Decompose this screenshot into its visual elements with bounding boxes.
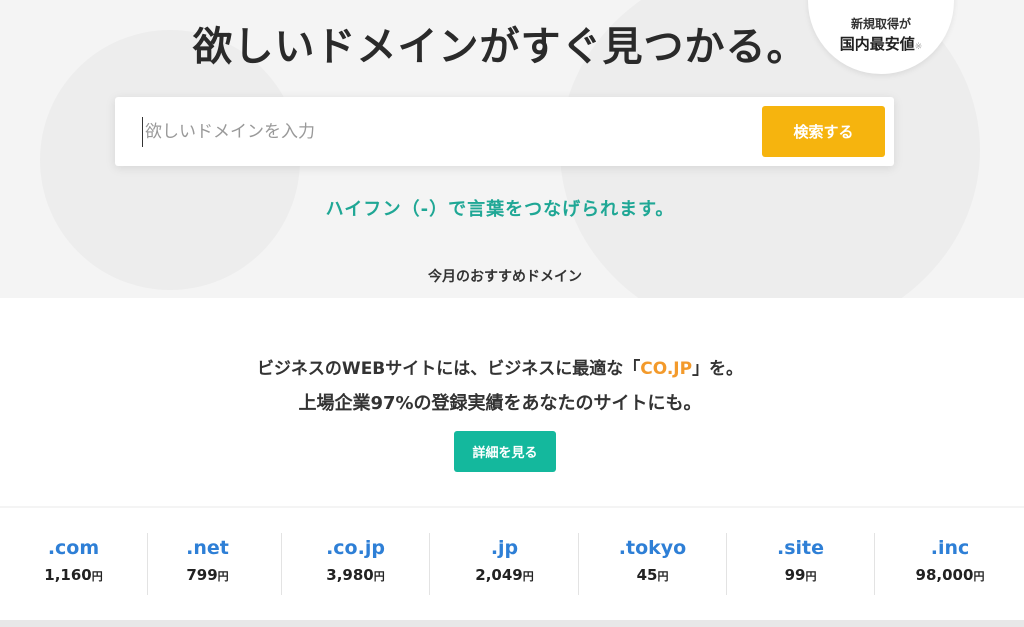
tld-price: 99円 bbox=[727, 566, 874, 584]
badge-subtitle: 新規取得が bbox=[850, 17, 911, 31]
tld-item-site[interactable]: .site 99円 bbox=[727, 533, 875, 595]
recommended-domains-heading: 今月のおすすめドメイン bbox=[428, 269, 582, 285]
tld-price-value: 99 bbox=[784, 566, 806, 584]
tld-price-value: 45 bbox=[636, 566, 658, 584]
yen-unit: 円 bbox=[522, 570, 534, 583]
tld-name[interactable]: .net bbox=[134, 537, 281, 559]
tld-price: 98,000円 bbox=[876, 566, 1024, 584]
tld-name[interactable]: .jp bbox=[431, 537, 578, 559]
yen-unit: 円 bbox=[91, 570, 103, 583]
tld-price-value: 2,049 bbox=[475, 566, 523, 584]
tld-price: 2,049円 bbox=[431, 566, 578, 584]
tld-price-value: 799 bbox=[186, 566, 218, 584]
tld-item-tokyo[interactable]: .tokyo 45円 bbox=[579, 533, 727, 595]
tld-price-value: 1,160 bbox=[44, 566, 92, 584]
tld-item-net[interactable]: .net 799円 bbox=[134, 533, 282, 595]
tld-item-jp[interactable]: .jp 2,049円 bbox=[431, 533, 579, 595]
tld-item-com[interactable]: .com 1,160円 bbox=[0, 533, 148, 595]
tld-price-value: 3,980 bbox=[326, 566, 374, 584]
co-jp-promo-panel: ビジネスのWEBサイトには、ビジネスに最適な「CO.JP」を。 上場企業97%の… bbox=[0, 298, 1024, 506]
tld-item-co-jp[interactable]: .co.jp 3,980円 bbox=[282, 533, 430, 595]
domain-search-box: 検索する bbox=[115, 97, 894, 166]
yen-unit: 円 bbox=[373, 570, 385, 583]
yen-unit: 円 bbox=[217, 570, 229, 583]
domain-search-input[interactable] bbox=[142, 117, 742, 147]
badge-title-text: 国内最安値 bbox=[839, 35, 915, 53]
bottom-divider bbox=[0, 620, 1024, 627]
tld-price: 45円 bbox=[579, 566, 726, 584]
tld-name[interactable]: .tokyo bbox=[579, 537, 726, 559]
promo-headline-before: ビジネスのWEBサイトには、ビジネスに最適な「 bbox=[256, 359, 641, 379]
search-button[interactable]: 検索する bbox=[762, 106, 885, 157]
view-details-button[interactable]: 詳細を見る bbox=[454, 431, 556, 472]
tld-price: 1,160円 bbox=[0, 566, 147, 584]
promo-subheadline: 上場企業97%の登録実績をあなたのサイトにも。 bbox=[298, 393, 702, 414]
badge-title: 国内最安値※ bbox=[808, 33, 954, 54]
hyphen-hint: ハイフン（-）で言葉をつなげられます。 bbox=[325, 199, 675, 220]
badge-footnote-mark: ※ bbox=[914, 42, 923, 52]
promo-co-jp-highlight: CO.JP bbox=[640, 359, 693, 379]
tld-name[interactable]: .co.jp bbox=[282, 537, 429, 559]
tld-price-list: .com 1,160円 .net 799円 .co.jp 3,980円 .jp … bbox=[0, 508, 1024, 620]
tld-price: 3,980円 bbox=[282, 566, 429, 584]
yen-unit: 円 bbox=[973, 570, 985, 583]
promo-headline-after: 」を。 bbox=[692, 359, 744, 379]
tld-name[interactable]: .site bbox=[727, 537, 874, 559]
yen-unit: 円 bbox=[657, 570, 669, 583]
promo-headline: ビジネスのWEBサイトには、ビジネスに最適な「CO.JP」を。 bbox=[0, 354, 1000, 379]
tld-price: 799円 bbox=[134, 566, 281, 584]
tld-name[interactable]: .inc bbox=[876, 537, 1024, 559]
tld-item-inc[interactable]: .inc 98,000円 bbox=[876, 533, 1024, 595]
tld-price-value: 98,000 bbox=[915, 566, 974, 584]
tld-name[interactable]: .com bbox=[0, 537, 147, 559]
yen-unit: 円 bbox=[805, 570, 817, 583]
